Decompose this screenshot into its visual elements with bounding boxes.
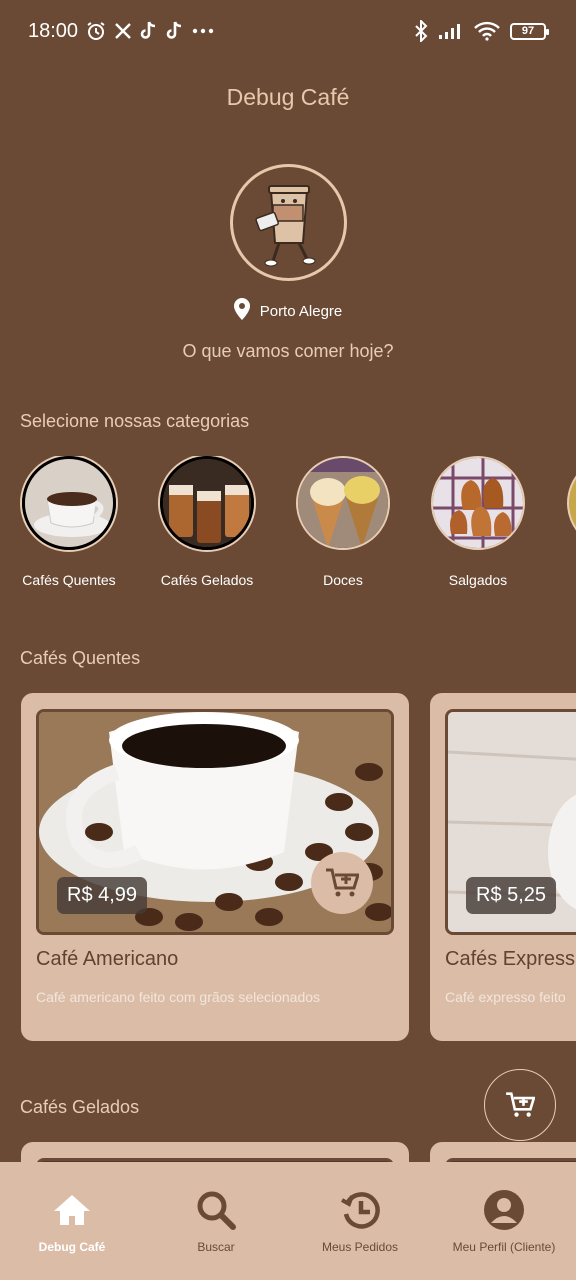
product-name: Café Americano <box>36 948 179 970</box>
category-image <box>22 456 116 550</box>
nav-label: Buscar <box>197 1240 235 1254</box>
category-image <box>567 456 576 550</box>
nav-label: Debug Café <box>38 1240 106 1254</box>
nav-label: Meus Pedidos <box>321 1240 399 1254</box>
category-sweets[interactable]: Doces <box>283 456 403 588</box>
location-pin-icon <box>233 298 250 324</box>
product-description: Café americano feito com grãos seleciona… <box>36 989 321 1005</box>
more-icon <box>192 28 214 34</box>
category-image <box>296 456 390 550</box>
category-label: Salgados <box>448 572 508 588</box>
wifi-icon <box>474 21 500 41</box>
x-icon <box>114 22 132 40</box>
price-tag: R$ 5,25 <box>466 877 557 914</box>
add-cart-icon <box>506 1092 535 1117</box>
add-to-cart-button[interactable] <box>311 852 373 914</box>
price-tag: R$ 4,99 <box>57 877 148 914</box>
bluetooth-icon <box>414 20 428 42</box>
status-time: 18:00 <box>28 19 79 42</box>
location: Porto Alegre <box>0 298 576 324</box>
bottom-nav: Debug Café Buscar Meus Pedidos Meu Perfi… <box>0 1162 576 1280</box>
tagline: O que vamos comer hoje? <box>182 341 394 361</box>
logo <box>230 164 347 281</box>
nav-profile[interactable]: Meu Perfil (Cliente) <box>432 1162 576 1280</box>
add-cart-icon <box>326 868 359 897</box>
category-label: Doces <box>323 572 363 588</box>
profile-icon <box>482 1188 526 1232</box>
category-list[interactable]: Cafés Quentes Cafés Gelados Doces Salgad… <box>0 456 576 596</box>
category-hot-coffee[interactable]: Cafés Quentes <box>9 456 129 588</box>
alarm-icon <box>86 21 106 41</box>
categories-title: Selecione nossas categorias <box>20 411 250 431</box>
cold-coffee-title: Cafés Gelados <box>20 1097 140 1117</box>
category-label: Cafés Quentes <box>22 572 116 588</box>
category-label: Cafés Gelados <box>160 572 254 588</box>
hot-coffee-title: Cafés Quentes <box>20 648 141 668</box>
category-more[interactable] <box>554 456 576 550</box>
cart-button[interactable] <box>484 1069 556 1141</box>
product-name: Cafés Express <box>445 948 576 970</box>
tiktok-icon <box>166 21 184 41</box>
product-card[interactable]: R$ 5,25 Cafés Express Café expresso feit… <box>430 693 576 1041</box>
category-cold-coffee[interactable]: Cafés Gelados <box>147 456 267 588</box>
search-icon <box>194 1188 238 1232</box>
category-image <box>431 456 525 550</box>
category-savory[interactable]: Salgados <box>418 456 538 588</box>
category-image <box>160 456 254 550</box>
nav-label: Meu Perfil (Cliente) <box>452 1240 556 1254</box>
status-bar: 18:00 97 <box>0 0 576 62</box>
product-image: R$ 5,25 <box>445 709 576 935</box>
nav-search[interactable]: Buscar <box>144 1162 288 1280</box>
coffee-cup-mascot-icon <box>254 184 315 266</box>
nav-home[interactable]: Debug Café <box>0 1162 144 1280</box>
signal-icon <box>438 22 464 40</box>
hot-coffee-carousel[interactable]: R$ 4,99 Café Americano Café americano fe… <box>0 693 576 1043</box>
tiktok-icon <box>140 21 158 41</box>
product-card[interactable]: R$ 4,99 Café Americano Café americano fe… <box>21 693 409 1041</box>
location-text: Porto Alegre <box>259 302 343 320</box>
product-image: R$ 4,99 <box>36 709 394 935</box>
app-title: Debug Café <box>226 84 350 110</box>
home-icon <box>50 1188 94 1232</box>
history-icon <box>338 1188 382 1232</box>
battery-icon: 97 <box>510 22 549 40</box>
nav-orders[interactable]: Meus Pedidos <box>288 1162 432 1280</box>
product-description: Café expresso feito <box>445 989 566 1005</box>
